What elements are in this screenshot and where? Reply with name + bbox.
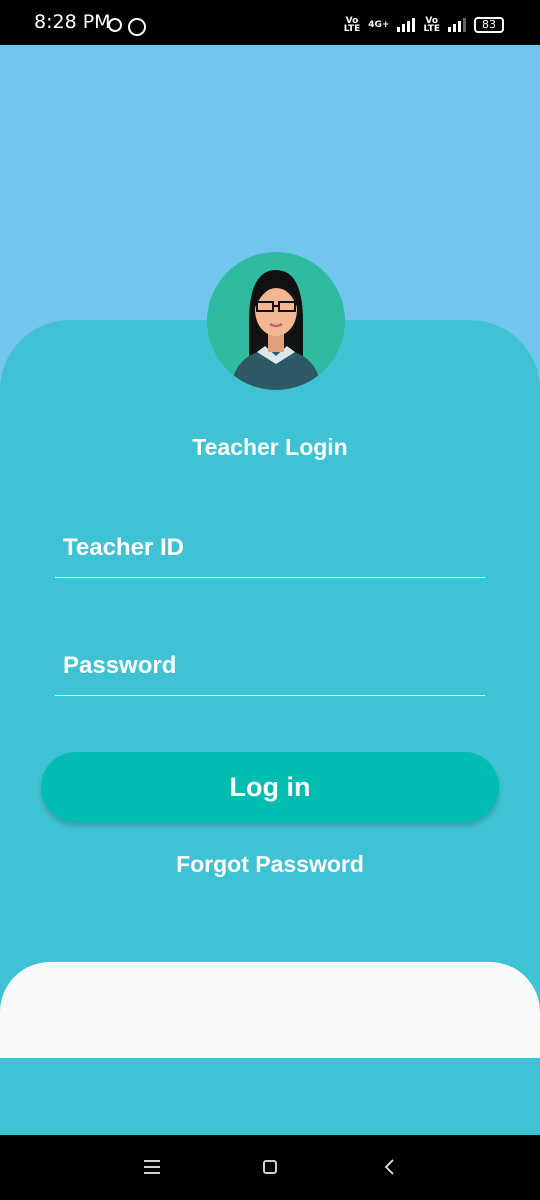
forgot-password-link[interactable]: Forgot Password	[0, 851, 540, 878]
password-input[interactable]	[55, 636, 485, 695]
teacher-id-field	[55, 518, 485, 578]
login-button[interactable]: Log in	[41, 752, 499, 822]
home-icon[interactable]	[263, 1160, 277, 1174]
sim1-label: Vo LTE	[343, 16, 361, 34]
password-field	[55, 636, 485, 696]
teacher-id-input[interactable]	[55, 518, 485, 577]
page-title: Teacher Login	[192, 434, 348, 460]
network-type-label: 4G+	[368, 20, 390, 30]
signal-icon	[397, 18, 416, 32]
alarm-icon	[108, 18, 122, 32]
menu-icon[interactable]	[144, 1160, 160, 1174]
signal-icon-2	[448, 18, 466, 32]
whatsapp-icon	[128, 18, 146, 36]
bottom-sheet	[0, 962, 540, 1058]
teacher-avatar-icon	[207, 252, 345, 390]
status-indicators: Vo LTE 4G+ Vo LTE 83	[344, 14, 504, 36]
status-bar: 8:28 PM Vo LTE 4G+ Vo LTE 83	[0, 0, 540, 45]
back-icon[interactable]	[382, 1158, 398, 1176]
battery-icon: 83	[474, 17, 504, 33]
sim2-label: Vo LTE	[423, 16, 440, 34]
status-time: 8:28 PM	[34, 11, 111, 33]
